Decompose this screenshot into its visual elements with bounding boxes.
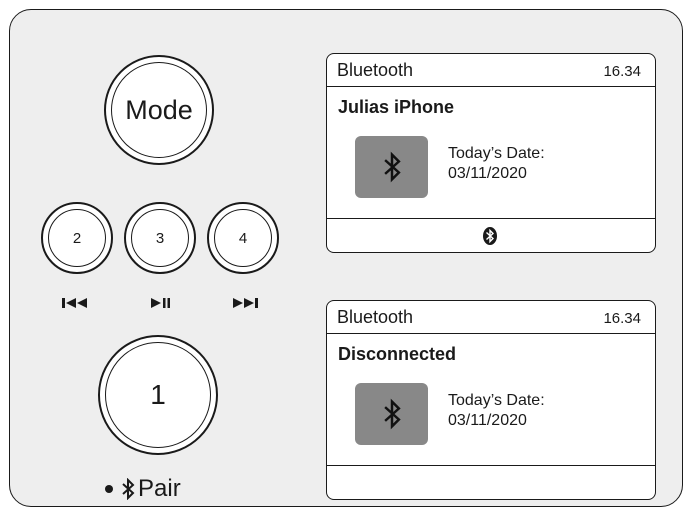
- device-panel: Mode 2 3 4 1 Pair Bluetooth 16.34 Julias…: [9, 9, 683, 507]
- bluetooth-connected-icon: [483, 227, 497, 245]
- pair-label: Pair: [100, 475, 181, 503]
- preset-4-label: 4: [214, 209, 272, 267]
- display-screen-connected: Bluetooth 16.34 Julias iPhone Today’s Da…: [326, 53, 656, 253]
- source-label: Bluetooth: [337, 307, 414, 327]
- screen-header: Bluetooth 16.34: [337, 60, 645, 81]
- preset-2-label: 2: [48, 209, 106, 267]
- preset-1-label: 1: [105, 342, 211, 448]
- preset-3-label: 3: [131, 209, 189, 267]
- pair-text: Pair: [138, 475, 181, 502]
- skip-forward-icon: [233, 298, 258, 308]
- bluetooth-icon: [383, 398, 401, 430]
- bullet-dot-icon: [105, 485, 113, 493]
- date-label: Today’s Date:: [448, 392, 545, 409]
- date-value: 03/11/2020: [448, 412, 527, 429]
- footer-divider: [327, 465, 655, 466]
- mode-button[interactable]: Mode: [104, 55, 214, 165]
- bluetooth-tile: [355, 136, 428, 198]
- mode-button-label: Mode: [111, 62, 207, 158]
- header-divider: [327, 333, 655, 334]
- source-label: Bluetooth: [337, 60, 414, 80]
- clock-time: 16.34: [603, 63, 641, 80]
- preset-2-button[interactable]: 2: [41, 202, 113, 274]
- footer-divider: [327, 218, 655, 219]
- preset-3-button[interactable]: 3: [124, 202, 196, 274]
- date-label: Today’s Date:: [448, 145, 545, 162]
- skip-back-icon: [62, 298, 87, 308]
- device-status: Disconnected: [338, 344, 457, 364]
- device-status: Julias iPhone: [338, 97, 455, 117]
- display-screen-disconnected: Bluetooth 16.34 Disconnected Today’s Dat…: [326, 300, 656, 500]
- screen-header: Bluetooth 16.34: [337, 307, 645, 328]
- bluetooth-icon: [383, 151, 401, 183]
- clock-time: 16.34: [603, 310, 641, 327]
- date-value: 03/11/2020: [448, 165, 527, 182]
- bluetooth-icon: [122, 478, 135, 500]
- play-pause-icon: [151, 298, 170, 308]
- header-divider: [327, 86, 655, 87]
- bluetooth-tile: [355, 383, 428, 445]
- preset-1-pair-button[interactable]: 1: [98, 335, 218, 455]
- preset-4-button[interactable]: 4: [207, 202, 279, 274]
